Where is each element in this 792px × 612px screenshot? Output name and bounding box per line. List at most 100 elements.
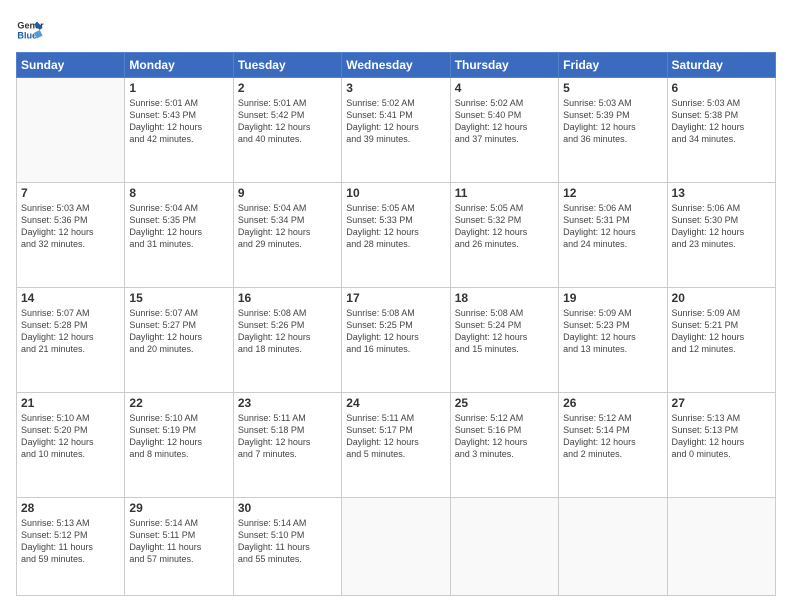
day-number: 14 bbox=[21, 291, 120, 305]
calendar-cell: 1 Sunrise: 5:01 AMSunset: 5:43 PMDaylight… bbox=[125, 78, 233, 183]
day-number: 22 bbox=[129, 396, 228, 410]
calendar-cell bbox=[450, 497, 558, 595]
day-number: 8 bbox=[129, 186, 228, 200]
day-number: 1 bbox=[129, 81, 228, 95]
day-info: Sunrise: 5:02 AMSunset: 5:40 PMDaylight:… bbox=[455, 97, 554, 146]
day-info: Sunrise: 5:04 AMSunset: 5:35 PMDaylight:… bbox=[129, 202, 228, 251]
calendar-cell: 26 Sunrise: 5:12 AMSunset: 5:14 PMDayligh… bbox=[559, 392, 667, 497]
day-number: 7 bbox=[21, 186, 120, 200]
calendar-cell: 12 Sunrise: 5:06 AMSunset: 5:31 PMDayligh… bbox=[559, 182, 667, 287]
weekday-header-wednesday: Wednesday bbox=[342, 53, 450, 78]
day-number: 17 bbox=[346, 291, 445, 305]
calendar-cell bbox=[667, 497, 775, 595]
weekday-header-thursday: Thursday bbox=[450, 53, 558, 78]
calendar-cell: 28 Sunrise: 5:13 AMSunset: 5:12 PMDayligh… bbox=[17, 497, 125, 595]
day-number: 23 bbox=[238, 396, 337, 410]
logo-icon: General Blue bbox=[16, 16, 44, 44]
calendar-cell: 9 Sunrise: 5:04 AMSunset: 5:34 PMDaylight… bbox=[233, 182, 341, 287]
calendar-cell: 8 Sunrise: 5:04 AMSunset: 5:35 PMDaylight… bbox=[125, 182, 233, 287]
day-info: Sunrise: 5:14 AMSunset: 5:10 PMDaylight:… bbox=[238, 517, 337, 566]
calendar-week-0: 1 Sunrise: 5:01 AMSunset: 5:43 PMDaylight… bbox=[17, 78, 776, 183]
calendar-cell: 2 Sunrise: 5:01 AMSunset: 5:42 PMDaylight… bbox=[233, 78, 341, 183]
svg-text:Blue: Blue bbox=[17, 30, 37, 40]
day-info: Sunrise: 5:09 AMSunset: 5:21 PMDaylight:… bbox=[672, 307, 771, 356]
calendar-cell: 22 Sunrise: 5:10 AMSunset: 5:19 PMDayligh… bbox=[125, 392, 233, 497]
page-header: General Blue bbox=[16, 16, 776, 44]
day-info: Sunrise: 5:05 AMSunset: 5:33 PMDaylight:… bbox=[346, 202, 445, 251]
weekday-header-saturday: Saturday bbox=[667, 53, 775, 78]
calendar-cell: 10 Sunrise: 5:05 AMSunset: 5:33 PMDayligh… bbox=[342, 182, 450, 287]
calendar-cell: 13 Sunrise: 5:06 AMSunset: 5:30 PMDayligh… bbox=[667, 182, 775, 287]
day-info: Sunrise: 5:03 AMSunset: 5:39 PMDaylight:… bbox=[563, 97, 662, 146]
day-info: Sunrise: 5:12 AMSunset: 5:14 PMDaylight:… bbox=[563, 412, 662, 461]
day-number: 4 bbox=[455, 81, 554, 95]
calendar-cell: 19 Sunrise: 5:09 AMSunset: 5:23 PMDayligh… bbox=[559, 287, 667, 392]
weekday-header-monday: Monday bbox=[125, 53, 233, 78]
day-number: 18 bbox=[455, 291, 554, 305]
day-number: 9 bbox=[238, 186, 337, 200]
day-number: 10 bbox=[346, 186, 445, 200]
day-number: 30 bbox=[238, 501, 337, 515]
calendar-cell: 21Sunrise: 5:10 AMSunset: 5:20 PMDayligh… bbox=[17, 392, 125, 497]
day-number: 12 bbox=[563, 186, 662, 200]
calendar-cell bbox=[559, 497, 667, 595]
day-info: Sunrise: 5:03 AMSunset: 5:38 PMDaylight:… bbox=[672, 97, 771, 146]
day-info: Sunrise: 5:07 AMSunset: 5:27 PMDaylight:… bbox=[129, 307, 228, 356]
calendar-cell: 6Sunrise: 5:03 AMSunset: 5:38 PMDaylight… bbox=[667, 78, 775, 183]
calendar-table: SundayMondayTuesdayWednesdayThursdayFrid… bbox=[16, 52, 776, 596]
day-info: Sunrise: 5:06 AMSunset: 5:31 PMDaylight:… bbox=[563, 202, 662, 251]
day-number: 26 bbox=[563, 396, 662, 410]
calendar-cell: 15 Sunrise: 5:07 AMSunset: 5:27 PMDayligh… bbox=[125, 287, 233, 392]
day-number: 13 bbox=[672, 186, 771, 200]
day-number: 3 bbox=[346, 81, 445, 95]
logo: General Blue bbox=[16, 16, 44, 44]
calendar-cell: 4 Sunrise: 5:02 AMSunset: 5:40 PMDaylight… bbox=[450, 78, 558, 183]
day-number: 25 bbox=[455, 396, 554, 410]
day-number: 15 bbox=[129, 291, 228, 305]
weekday-header-sunday: Sunday bbox=[17, 53, 125, 78]
calendar-cell: 5 Sunrise: 5:03 AMSunset: 5:39 PMDaylight… bbox=[559, 78, 667, 183]
day-info: Sunrise: 5:05 AMSunset: 5:32 PMDaylight:… bbox=[455, 202, 554, 251]
day-number: 24 bbox=[346, 396, 445, 410]
calendar-week-4: 28 Sunrise: 5:13 AMSunset: 5:12 PMDayligh… bbox=[17, 497, 776, 595]
day-number: 29 bbox=[129, 501, 228, 515]
day-info: Sunrise: 5:02 AMSunset: 5:41 PMDaylight:… bbox=[346, 97, 445, 146]
day-number: 2 bbox=[238, 81, 337, 95]
calendar-week-1: 7 Sunrise: 5:03 AMSunset: 5:36 PMDaylight… bbox=[17, 182, 776, 287]
day-number: 11 bbox=[455, 186, 554, 200]
day-info: Sunrise: 5:01 AMSunset: 5:43 PMDaylight:… bbox=[129, 97, 228, 146]
day-info: Sunrise: 5:06 AMSunset: 5:30 PMDaylight:… bbox=[672, 202, 771, 251]
calendar-cell: 27 Sunrise: 5:13 AMSunset: 5:13 PMDayligh… bbox=[667, 392, 775, 497]
day-number: 27 bbox=[672, 396, 771, 410]
calendar-body: 1 Sunrise: 5:01 AMSunset: 5:43 PMDaylight… bbox=[17, 78, 776, 596]
calendar-week-2: 14 Sunrise: 5:07 AMSunset: 5:28 PMDayligh… bbox=[17, 287, 776, 392]
day-number: 5 bbox=[563, 81, 662, 95]
day-info: Sunrise: 5:14 AMSunset: 5:11 PMDaylight:… bbox=[129, 517, 228, 566]
day-info: Sunrise: 5:12 AMSunset: 5:16 PMDaylight:… bbox=[455, 412, 554, 461]
calendar-cell: 14 Sunrise: 5:07 AMSunset: 5:28 PMDayligh… bbox=[17, 287, 125, 392]
calendar-cell: 17Sunrise: 5:08 AMSunset: 5:25 PMDayligh… bbox=[342, 287, 450, 392]
day-info: Sunrise: 5:11 AMSunset: 5:17 PMDaylight:… bbox=[346, 412, 445, 461]
day-info: Sunrise: 5:04 AMSunset: 5:34 PMDaylight:… bbox=[238, 202, 337, 251]
day-number: 21 bbox=[21, 396, 120, 410]
calendar-week-3: 21Sunrise: 5:10 AMSunset: 5:20 PMDayligh… bbox=[17, 392, 776, 497]
day-number: 19 bbox=[563, 291, 662, 305]
calendar-cell: 3 Sunrise: 5:02 AMSunset: 5:41 PMDaylight… bbox=[342, 78, 450, 183]
day-number: 28 bbox=[21, 501, 120, 515]
weekday-header-friday: Friday bbox=[559, 53, 667, 78]
day-info: Sunrise: 5:13 AMSunset: 5:13 PMDaylight:… bbox=[672, 412, 771, 461]
day-info: Sunrise: 5:09 AMSunset: 5:23 PMDaylight:… bbox=[563, 307, 662, 356]
calendar-cell: 16Sunrise: 5:08 AMSunset: 5:26 PMDayligh… bbox=[233, 287, 341, 392]
day-info: Sunrise: 5:01 AMSunset: 5:42 PMDaylight:… bbox=[238, 97, 337, 146]
day-info: Sunrise: 5:10 AMSunset: 5:19 PMDaylight:… bbox=[129, 412, 228, 461]
calendar-cell: 18 Sunrise: 5:08 AMSunset: 5:24 PMDayligh… bbox=[450, 287, 558, 392]
day-info: Sunrise: 5:11 AMSunset: 5:18 PMDaylight:… bbox=[238, 412, 337, 461]
day-info: Sunrise: 5:03 AMSunset: 5:36 PMDaylight:… bbox=[21, 202, 120, 251]
calendar-cell bbox=[342, 497, 450, 595]
day-info: Sunrise: 5:13 AMSunset: 5:12 PMDaylight:… bbox=[21, 517, 120, 566]
weekday-header-row: SundayMondayTuesdayWednesdayThursdayFrid… bbox=[17, 53, 776, 78]
calendar-cell: 11 Sunrise: 5:05 AMSunset: 5:32 PMDayligh… bbox=[450, 182, 558, 287]
day-info: Sunrise: 5:08 AMSunset: 5:24 PMDaylight:… bbox=[455, 307, 554, 356]
day-number: 16 bbox=[238, 291, 337, 305]
day-info: Sunrise: 5:07 AMSunset: 5:28 PMDaylight:… bbox=[21, 307, 120, 356]
